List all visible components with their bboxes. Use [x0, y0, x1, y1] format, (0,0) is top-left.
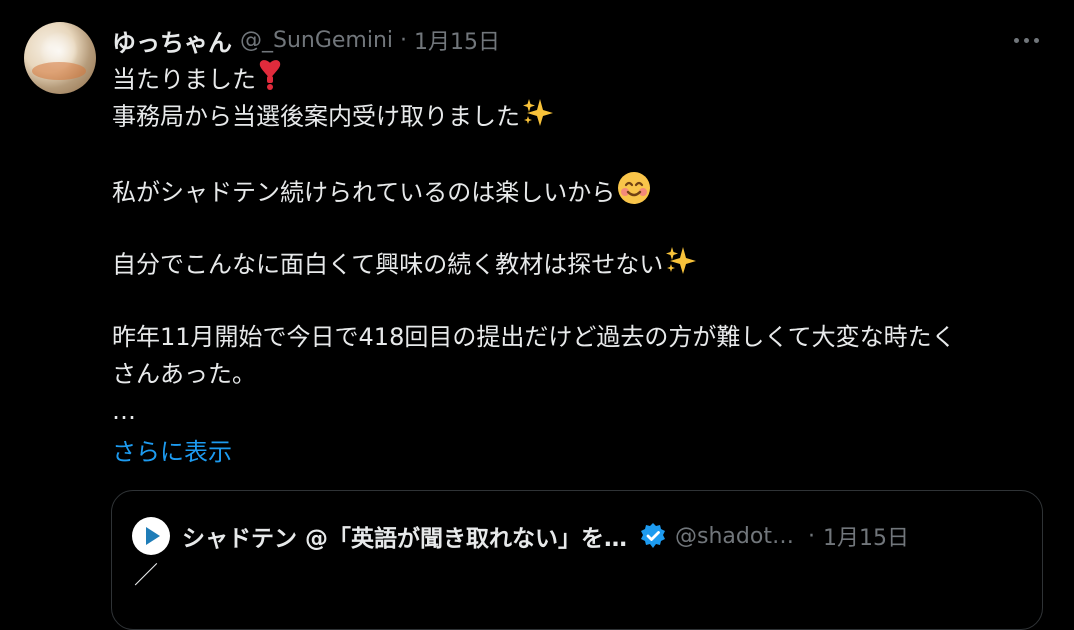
tweet-line: さんあった。 [112, 360, 256, 388]
quoted-tweet-text: ／ [134, 561, 158, 589]
quoted-display-name[interactable]: シャドテン @「英語が聞き取れない」を… [182, 519, 627, 553]
smiling-face-icon [617, 171, 651, 216]
shadoten-play-logo-icon[interactable] [132, 517, 170, 555]
sparkles-icon [665, 245, 697, 286]
more-icon[interactable] [1009, 28, 1043, 52]
sparkles-icon [522, 97, 554, 138]
verified-badge-icon [641, 523, 666, 548]
quoted-timestamp[interactable]: 1月15日 [823, 520, 909, 552]
display-name[interactable]: ゆっちゃん [112, 23, 232, 58]
red-exclamation-heart-icon [258, 60, 282, 101]
quoted-username[interactable]: @shadot… [675, 524, 794, 549]
ellipsis-line: … [112, 397, 136, 425]
tweet-text: 当たりました 事務局から当選後案内受け取りました 私がシャドテン続けられているの… [112, 60, 1057, 430]
tweet-line: 自分でこんなに面白くて興味の続く教材は探せない [112, 245, 1057, 282]
tweet-header: ゆっちゃん @_SunGemini · 1月15日 [112, 22, 500, 58]
username[interactable]: @_SunGemini [240, 28, 393, 53]
quoted-tweet-header: シャドテン @「英語が聞き取れない」を… @shadot… · 1月15日 [132, 515, 909, 557]
tweet-line: 昨年11月開始で今日で418回目の提出だけど過去の方が難しくて大変な時たく [112, 323, 956, 351]
tweet-line: 事務局から当選後案内受け取りました [112, 97, 1057, 134]
quoted-tweet-card[interactable]: シャドテン @「英語が聞き取れない」を… @shadot… · 1月15日 ／ [111, 490, 1043, 630]
separator-dot: · [807, 523, 815, 549]
timestamp[interactable]: 1月15日 [414, 24, 500, 56]
tweet-line: 私がシャドテン続けられているのは楽しいから [112, 171, 1057, 208]
avatar[interactable] [24, 22, 96, 94]
tweet-line: 当たりました [112, 60, 1057, 97]
separator-dot: · [400, 27, 408, 53]
show-more-link[interactable]: さらに表示 [112, 432, 232, 467]
